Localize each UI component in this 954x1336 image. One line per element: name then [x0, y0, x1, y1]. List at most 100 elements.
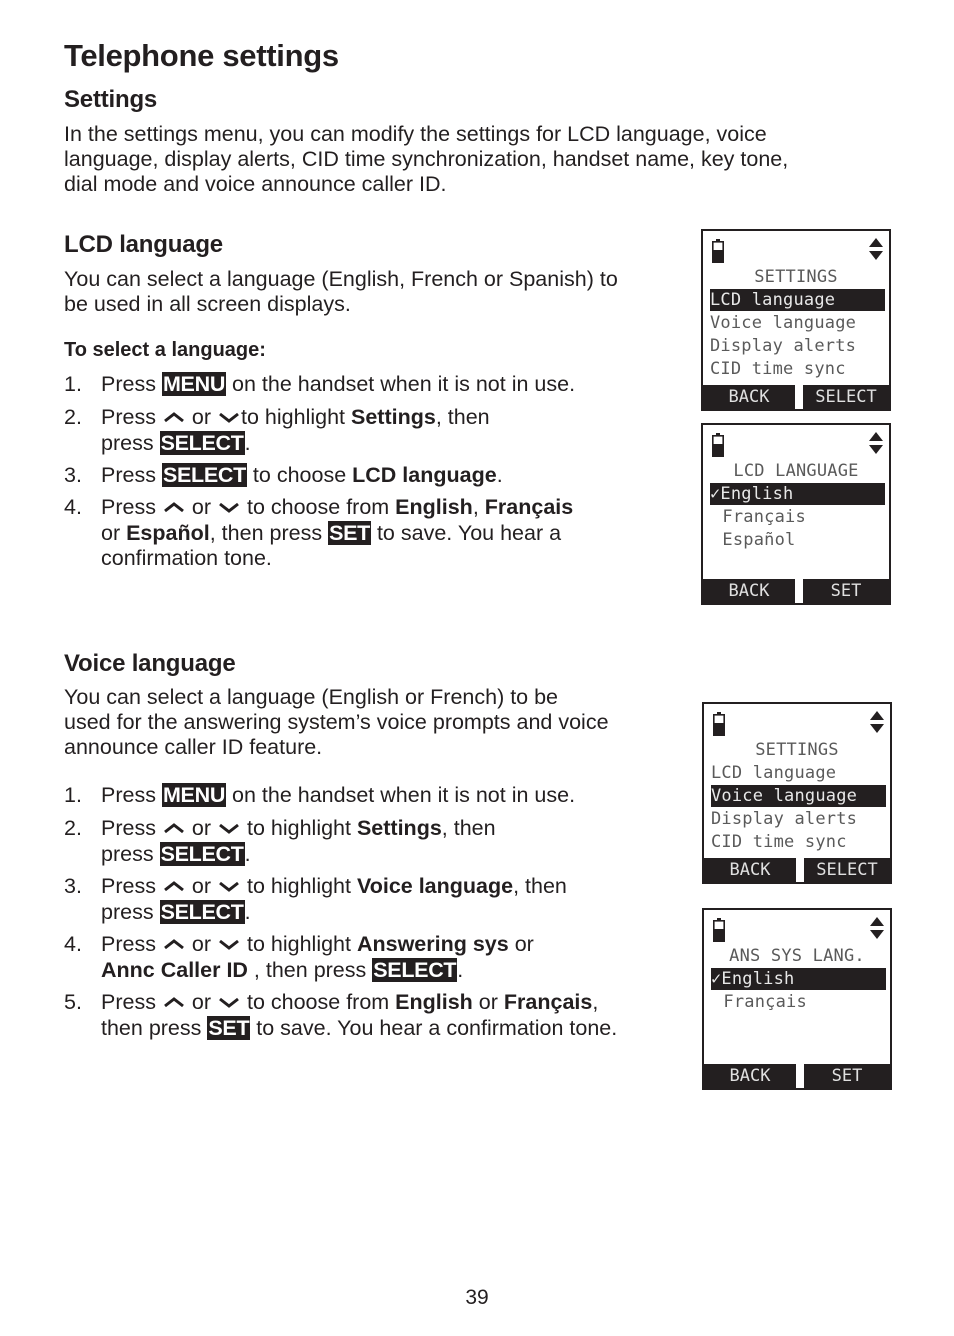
settings-intro: In the settings menu, you can modify the… [64, 122, 788, 197]
step-number: 2. [64, 405, 82, 429]
step-text: or [185, 816, 218, 840]
desc-line: used for the answering system’s voice pr… [64, 710, 609, 734]
step-text: on the handset when it is not in use. [226, 372, 576, 396]
scroll-arrows-icon [870, 917, 884, 939]
battery-icon [712, 433, 724, 457]
settings-heading: Settings [64, 86, 158, 113]
softkey-set[interactable]: SET [803, 579, 889, 603]
page-title: Telephone settings [64, 38, 339, 73]
softkey-back[interactable]: BACK [704, 1064, 796, 1088]
softkey-select[interactable]: SELECT [804, 858, 890, 882]
lcd-menu-item[interactable]: CID time sync [711, 831, 886, 853]
desc-line: be used in all screen displays. [64, 292, 351, 316]
lcd-menu-item[interactable]: ✓English [711, 968, 886, 990]
step-text: Press [101, 463, 162, 487]
step-text: then press [101, 1015, 208, 1040]
lcd-menu-item[interactable]: Display alerts [710, 335, 885, 357]
step-text: to highlight [241, 816, 357, 840]
step-text: . [457, 957, 464, 982]
step-bold-text: English [395, 495, 473, 519]
lcd-menu-item[interactable]: LCD language [710, 289, 885, 311]
softkey-back[interactable]: BACK [703, 385, 795, 409]
step-text: to save. You hear a [370, 520, 562, 545]
select-key-label: SELECT [159, 841, 245, 866]
step-text: or [101, 520, 127, 545]
step-number: 1. [64, 372, 82, 396]
lcd-menu-item[interactable]: Français [713, 991, 886, 1013]
down-arrow-key-icon [217, 409, 241, 425]
step-number: 5. [64, 990, 82, 1014]
step-text: Press [101, 372, 162, 396]
up-arrow-key-icon [162, 499, 186, 515]
battery-icon [713, 918, 725, 942]
step-text: . [244, 430, 251, 455]
step-text: or [185, 932, 218, 956]
voice-language-heading: Voice language [64, 650, 236, 677]
step-bold-text: Français [484, 495, 574, 519]
up-arrow-key-icon [162, 878, 186, 894]
lcd-menu-item[interactable]: LCD language [711, 762, 886, 784]
down-arrow-key-icon [217, 878, 241, 894]
step-text: to highlight [241, 405, 351, 429]
lcd-screen-ans-sys-lang: ANS SYS LANG. ✓English Français BACK SET [702, 908, 892, 1090]
lcd-screen-title: LCD LANGUAGE [733, 461, 859, 481]
step-text: , [592, 990, 599, 1014]
set-key-label: SET [328, 520, 371, 545]
lcd-screen-title: SETTINGS [754, 267, 838, 287]
intro-line: language, display alerts, CID time synch… [64, 147, 789, 171]
step-text: to highlight [241, 932, 357, 956]
step-bold-text: Settings [356, 816, 442, 840]
desc-line: announce caller ID feature. [64, 735, 323, 759]
softkey-select[interactable]: SELECT [803, 385, 889, 409]
select-key-label: SELECT [161, 463, 247, 487]
step-bold-text: Español [126, 520, 210, 545]
lcd-menu-item[interactable]: Voice language [710, 312, 885, 334]
lcd-menu-item[interactable]: Français [712, 506, 885, 528]
step-text: or [508, 932, 534, 956]
softkey-back[interactable]: BACK [703, 579, 795, 603]
step-bold-text: Français [503, 990, 593, 1014]
lcd-screen-lcd-language: LCD LANGUAGE ✓English Français Español BAC… [701, 423, 891, 605]
lcd-screen-settings-voice: SETTINGS LCD language Voice language Displa… [702, 702, 892, 884]
desc-line: You can select a language (English, Fren… [64, 267, 618, 291]
step-text: or [185, 495, 218, 519]
lcd-screen-title: ANS SYS LANG. [729, 946, 865, 966]
step-bold-text: LCD language [352, 463, 497, 487]
softkey-bar: BACK SELECT [703, 385, 889, 409]
lcd-menu-item[interactable]: Voice language [711, 785, 886, 807]
voice-language-description: You can select a language (English or Fr… [64, 685, 609, 760]
softkey-bar: BACK SELECT [704, 858, 890, 882]
step-number: 1. [64, 783, 82, 807]
lcd-menu-item[interactable]: Display alerts [711, 808, 886, 830]
scroll-arrows-icon [870, 711, 884, 733]
step-text: to choose from [241, 495, 396, 519]
softkey-bar: BACK SET [704, 1064, 890, 1088]
softkey-set[interactable]: SET [804, 1064, 890, 1088]
menu-key-label: MENU [161, 372, 227, 396]
lcd-menu-item[interactable]: Español [712, 529, 885, 551]
lcd-language-description: You can select a language (English, Fren… [64, 267, 618, 317]
softkey-back[interactable]: BACK [704, 858, 796, 882]
step-bold-text: Voice language [356, 874, 514, 898]
step-text: . [244, 899, 251, 924]
step-text: . [496, 463, 503, 487]
lcd-screen-title: SETTINGS [755, 740, 839, 760]
scroll-arrows-icon [869, 238, 883, 260]
step-text: confirmation tone. [101, 546, 272, 570]
lcd-menu-item[interactable]: CID time sync [710, 358, 885, 380]
step-bold-text: Settings [350, 405, 436, 429]
step-number: 4. [64, 495, 82, 519]
page-number: 39 [465, 1286, 489, 1309]
step-text: on the handset when it is not in use. [226, 783, 576, 807]
step-text: press [101, 430, 160, 455]
step-number: 4. [64, 932, 82, 956]
softkey-bar: BACK SET [703, 579, 889, 603]
lcd-menu-item[interactable]: ✓English [710, 483, 885, 505]
desc-line: You can select a language (English or Fr… [64, 685, 559, 709]
step-text: to choose from [241, 990, 396, 1014]
step-number: 3. [64, 463, 82, 487]
menu-key-label: MENU [161, 783, 227, 807]
up-arrow-key-icon [162, 994, 186, 1010]
step-text: Press [101, 495, 162, 519]
intro-line: In the settings menu, you can modify the… [64, 122, 767, 146]
